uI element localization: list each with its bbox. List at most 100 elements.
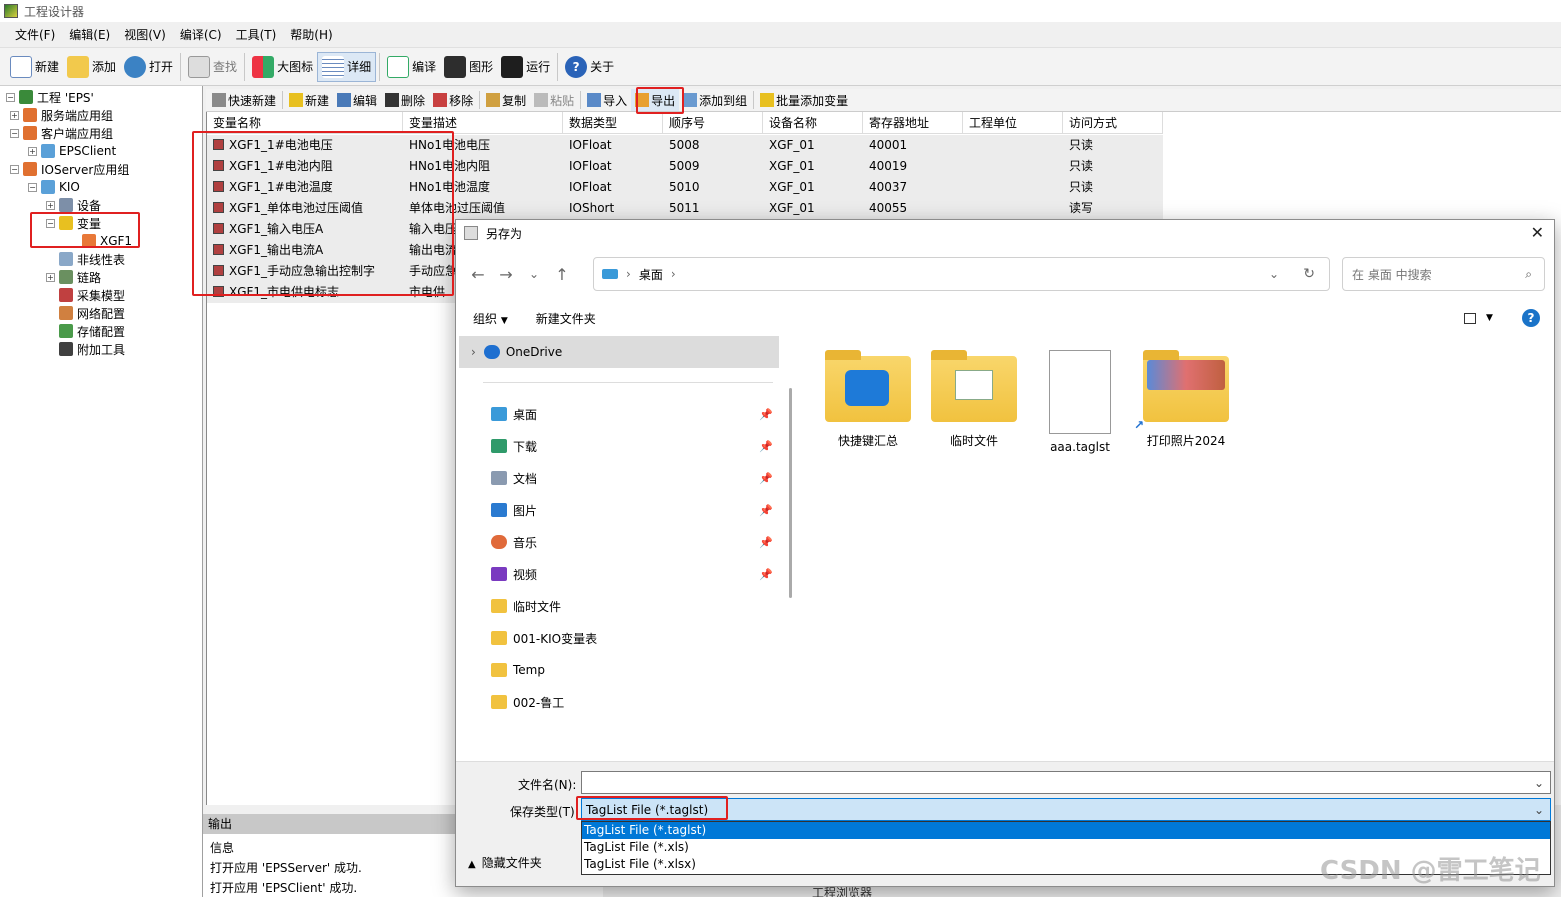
paste-button[interactable]: 粘贴: [530, 89, 578, 111]
column-header[interactable]: 访问方式: [1063, 112, 1163, 134]
compile-button[interactable]: 编译: [383, 52, 440, 82]
breadcrumb-desktop[interactable]: 桌面: [639, 266, 663, 283]
filename-input[interactable]: ⌄: [581, 771, 1551, 794]
find-button[interactable]: 查找: [184, 52, 241, 82]
nav-item-documents[interactable]: 文档 📌: [459, 462, 779, 494]
collapse-icon[interactable]: −: [10, 164, 19, 174]
graphic-button[interactable]: 图形: [440, 52, 497, 82]
tree-node-device[interactable]: + 设备: [46, 196, 101, 214]
nav-item-music[interactable]: 音乐 📌: [459, 526, 779, 558]
batch-add-button[interactable]: 批量添加变量: [756, 89, 852, 111]
close-icon[interactable]: ✕: [1531, 223, 1544, 242]
tree-node-ioserver-group[interactable]: − IOServer应用组: [10, 160, 129, 178]
tree-node-storage[interactable]: 存储配置: [59, 322, 125, 340]
nav-scrollbar[interactable]: [789, 388, 792, 598]
nav-item-downloads[interactable]: 下载 📌: [459, 430, 779, 462]
tree-node-collect-model[interactable]: 采集模型: [59, 286, 125, 304]
help-icon[interactable]: ?: [1522, 309, 1540, 327]
table-row[interactable]: XGF1_1#电池电压 HNo1电池电压 IOFloat 5008 XGF_01 4000…: [207, 135, 1163, 156]
column-header[interactable]: 变量名称: [207, 112, 403, 134]
forward-arrow-icon[interactable]: →: [492, 265, 520, 284]
nav-item-folder[interactable]: 002-鲁工: [459, 686, 779, 718]
file-item-folder[interactable]: 快捷键汇总: [818, 350, 918, 449]
expand-icon[interactable]: +: [10, 110, 19, 120]
table-row[interactable]: XGF1_1#电池内阻 HNo1电池内阻 IOFloat 5009 XGF_01 4001…: [207, 156, 1163, 177]
about-button[interactable]: ? 关于: [561, 52, 618, 82]
import-button[interactable]: 导入: [583, 89, 631, 111]
table-row[interactable]: XGF1_单体电池过压阈值 单体电池过压阈值 IOShort 5011 XGF_01 40…: [207, 198, 1163, 219]
back-arrow-icon[interactable]: ←: [464, 265, 492, 284]
column-header[interactable]: 工程单位: [963, 112, 1063, 134]
filetype-option[interactable]: TagList File (*.taglst): [582, 822, 1550, 839]
file-item-folder[interactable]: 临时文件: [924, 350, 1024, 449]
column-header[interactable]: 变量描述: [403, 112, 563, 134]
tree-node-variable[interactable]: − 变量: [46, 214, 101, 232]
nav-item-onedrive[interactable]: › OneDrive: [459, 336, 779, 368]
tree-node-link[interactable]: + 链路: [46, 268, 101, 286]
tree-node-addon[interactable]: 附加工具: [59, 340, 125, 358]
menu-view[interactable]: 视图(V): [117, 26, 173, 43]
filetype-select[interactable]: TagList File (*.taglst) ⌄: [581, 798, 1551, 821]
menu-compile[interactable]: 编译(C): [173, 26, 229, 43]
expand-icon[interactable]: +: [28, 146, 37, 156]
tree-node-project[interactable]: − 工程 'EPS': [6, 88, 94, 106]
nav-item-folder[interactable]: 001-KIO变量表: [459, 622, 779, 654]
menu-edit[interactable]: 编辑(E): [62, 26, 117, 43]
nav-item-desktop[interactable]: 桌面 📌: [459, 398, 779, 430]
hide-folders-toggle[interactable]: ▲ 隐藏文件夹: [468, 854, 542, 871]
tree-node-xgf1[interactable]: XGF1: [82, 232, 132, 250]
column-header[interactable]: 顺序号: [663, 112, 763, 134]
chevron-right-icon[interactable]: ›: [471, 345, 476, 359]
tree-node-network[interactable]: 网络配置: [59, 304, 125, 322]
collapse-icon[interactable]: −: [46, 218, 55, 228]
add-to-group-button[interactable]: 添加到组: [679, 89, 751, 111]
expand-icon[interactable]: +: [46, 200, 55, 210]
chevron-down-icon[interactable]: ▼: [1486, 313, 1493, 323]
detail-button[interactable]: 详细: [317, 51, 377, 82]
tree-node-client-group[interactable]: − 客户端应用组: [10, 124, 113, 142]
tree-node-kio[interactable]: − KIO: [28, 178, 80, 196]
var-new-button[interactable]: 新建: [285, 89, 333, 111]
large-icon-button[interactable]: 大图标: [248, 52, 317, 82]
new-button[interactable]: 新建: [6, 52, 63, 82]
nav-item-folder[interactable]: 临时文件: [459, 590, 779, 622]
copy-button[interactable]: 复制: [482, 89, 530, 111]
remove-button[interactable]: 移除: [429, 89, 477, 111]
nav-item-folder[interactable]: Temp: [459, 654, 779, 686]
column-header[interactable]: 寄存器地址: [863, 112, 963, 134]
tree-node-epsclient[interactable]: + EPSClient: [28, 142, 116, 160]
recent-chevron-icon[interactable]: ⌄: [520, 267, 548, 281]
up-arrow-icon[interactable]: ↑: [548, 265, 576, 284]
nav-item-pictures[interactable]: 图片 📌: [459, 494, 779, 526]
address-bar[interactable]: › 桌面 › ⌄ ↻: [593, 257, 1330, 291]
run-button[interactable]: 运行: [497, 52, 554, 82]
expand-icon[interactable]: +: [46, 272, 55, 282]
tree-node-server-group[interactable]: + 服务端应用组: [10, 106, 113, 124]
organize-button[interactable]: 组织 ▼: [473, 310, 508, 327]
chevron-down-icon[interactable]: ⌄: [1534, 776, 1544, 790]
column-header[interactable]: 数据类型: [563, 112, 663, 134]
menu-help[interactable]: 帮助(H): [283, 26, 339, 43]
collapse-icon[interactable]: −: [10, 128, 19, 138]
chevron-down-icon[interactable]: ⌄: [1534, 803, 1544, 817]
edit-button[interactable]: 编辑: [333, 89, 381, 111]
delete-button[interactable]: 删除: [381, 89, 429, 111]
add-button[interactable]: 添加: [63, 52, 120, 82]
view-options-icon[interactable]: [1464, 312, 1476, 324]
collapse-icon[interactable]: −: [28, 182, 37, 192]
export-button[interactable]: 导出: [631, 89, 680, 111]
collapse-icon[interactable]: −: [6, 92, 15, 102]
menu-file[interactable]: 文件(F): [8, 26, 62, 43]
file-item-shortcut-folder[interactable]: 打印照片2024 ↗: [1134, 350, 1236, 449]
search-input[interactable]: 在 桌面 中搜索 ⌕: [1342, 257, 1545, 291]
open-button[interactable]: 打开: [120, 52, 177, 82]
table-row[interactable]: XGF1_1#电池温度 HNo1电池温度 IOFloat 5010 XGF_01 4003…: [207, 177, 1163, 198]
quick-new-button[interactable]: 快速新建: [208, 89, 280, 111]
column-header[interactable]: 设备名称: [763, 112, 863, 134]
menu-tools[interactable]: 工具(T): [229, 26, 284, 43]
new-folder-button[interactable]: 新建文件夹: [536, 310, 596, 327]
address-dropdown-icon[interactable]: ⌄: [1269, 267, 1279, 281]
file-item-taglst[interactable]: aaa.taglst: [1030, 350, 1130, 454]
refresh-icon[interactable]: ↻: [1303, 266, 1315, 282]
tree-node-nonlinear[interactable]: 非线性表: [59, 250, 125, 268]
